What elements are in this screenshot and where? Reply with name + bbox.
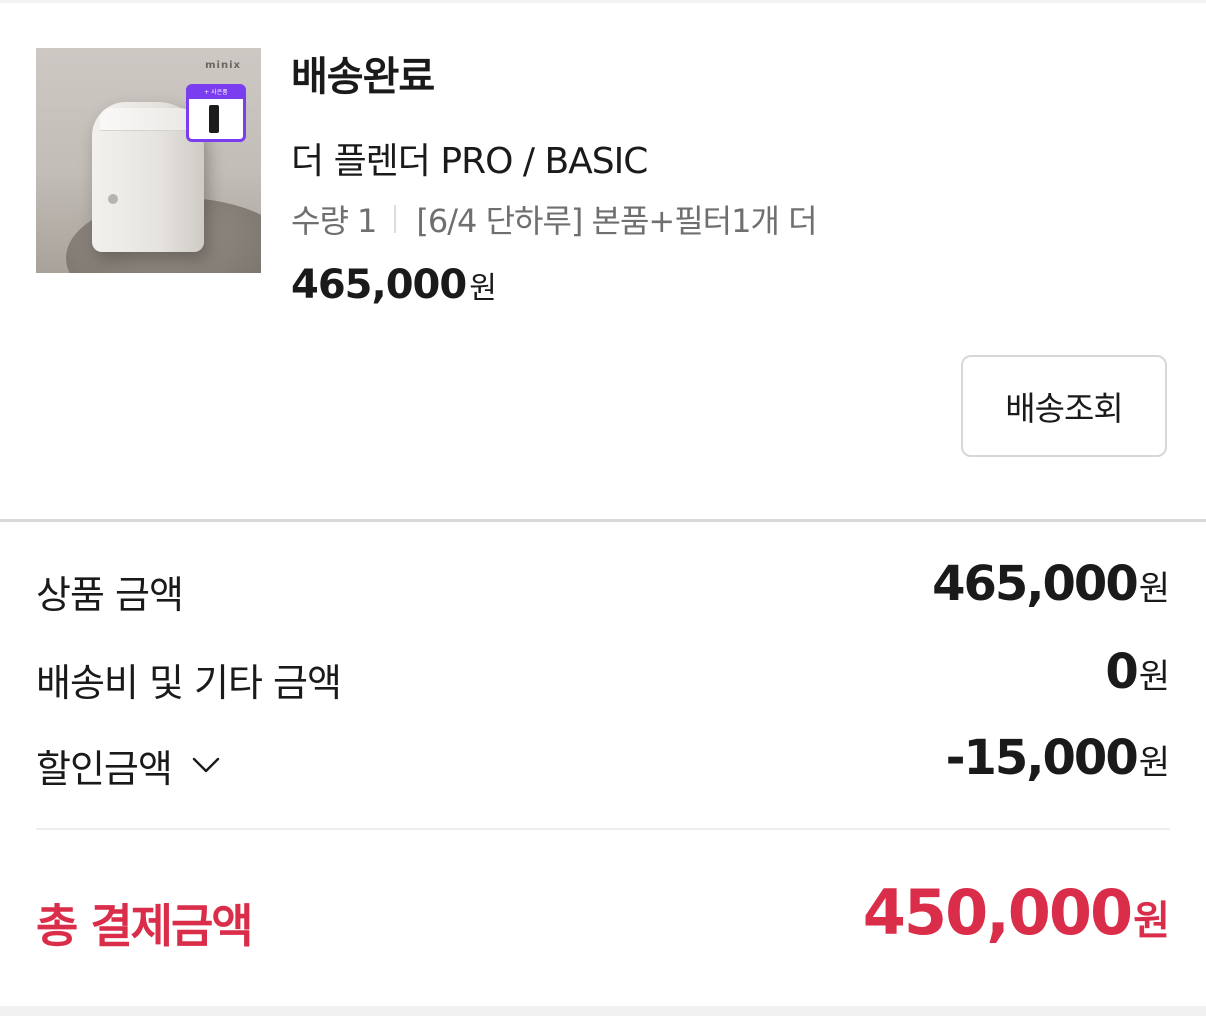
product-amount-unit: 원 [1138, 569, 1170, 609]
total-payment-label: 총 결제금액 [36, 899, 254, 953]
product-price-unit: 원 [469, 271, 497, 306]
option-text: [6/4 단하루] 본품+필터1개 더 [416, 202, 817, 240]
track-delivery-button[interactable]: 배송조회 [961, 355, 1167, 457]
product-price-value: 465,000 [291, 262, 467, 308]
section-divider [0, 519, 1206, 522]
gift-filter-image [209, 105, 219, 133]
discount-unit: 원 [1138, 743, 1170, 783]
product-option-row: 수량 1 [6/4 단하루] 본품+필터1개 더 [291, 196, 818, 242]
thumbnail-device-button [108, 194, 118, 204]
discount-toggle[interactable]: 할인금액 [36, 738, 222, 793]
delivery-status: 배송완료 [291, 54, 435, 100]
shipping-fee-label: 배송비 및 기타 금액 [36, 661, 342, 705]
gift-badge-tag: + 사은품 [189, 87, 243, 99]
product-name[interactable]: 더 플렌더 PRO / BASIC [291, 132, 648, 184]
gift-badge: + 사은품 [186, 84, 246, 142]
thumbnail-device-lid [100, 108, 200, 131]
product-price: 465,000 원 [291, 262, 497, 308]
top-edge [0, 0, 1206, 3]
bottom-band [0, 1006, 1206, 1016]
product-amount-value: 465,000원 [932, 556, 1170, 612]
discount-number: -15,000 [945, 730, 1139, 786]
product-thumbnail[interactable]: minix + 사은품 [36, 48, 261, 273]
option-divider [394, 205, 397, 233]
total-payment-unit: 원 [1133, 898, 1170, 944]
product-amount-number: 465,000 [932, 556, 1139, 612]
total-payment-number: 450,000 [862, 876, 1133, 949]
summary-divider [36, 828, 1170, 830]
discount-value: -15,000원 [946, 730, 1170, 786]
discount-label: 할인금액 [36, 747, 173, 791]
chevron-down-icon[interactable] [190, 748, 222, 780]
shipping-fee-value: 0원 [1105, 644, 1170, 700]
shipping-fee-unit: 원 [1138, 657, 1170, 697]
shipping-fee-number: 0 [1105, 644, 1138, 700]
product-amount-label: 상품 금액 [36, 573, 184, 617]
quantity-text: 수량 1 [291, 202, 377, 240]
thumbnail-logo: minix [205, 60, 241, 71]
total-payment-value: 450,000원 [863, 876, 1170, 949]
